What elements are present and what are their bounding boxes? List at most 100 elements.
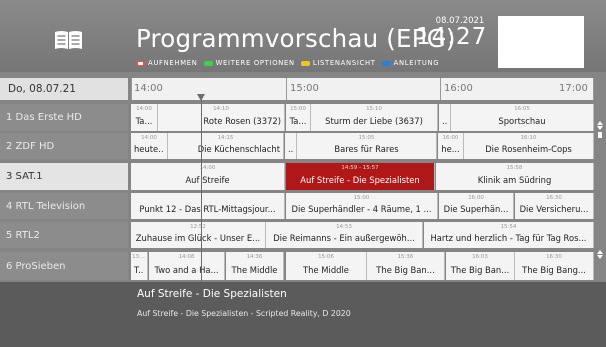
program-cell[interactable]: 16:30 Die Versicheru... xyxy=(515,193,594,219)
program-cell[interactable]: 15:00 Ta... xyxy=(286,104,311,131)
program-name: Auf Streife xyxy=(185,175,230,185)
program-cell[interactable]: 15:54 Hartz und herzlich - Tag für Tag Ro… xyxy=(424,222,594,248)
program-name: Two and a Ha... xyxy=(154,265,219,275)
program-name: ... xyxy=(442,116,447,126)
program-name: Zuhause im Glück - Unser E... xyxy=(135,233,261,243)
program-name: Sportschau xyxy=(498,116,546,126)
guide-date: Do, 08.07.21 xyxy=(0,78,128,100)
program-time: 15:58 xyxy=(506,165,523,171)
program-cell[interactable]: 15:00 Die Superhändler - 4 Räume, 1 ... xyxy=(286,193,438,219)
tick-mark xyxy=(286,78,287,100)
program-name: Punkt 12 - Das RTL-Mittagsjour... xyxy=(139,204,276,214)
program-name: Hartz und herzlich - Tag für Tag Ros... xyxy=(430,233,587,243)
program-cell[interactable]: 14:53 Die Reimanns - Ein außergewöh... xyxy=(266,222,423,248)
program-name: The Middle xyxy=(303,265,349,275)
program-time: 15:00 xyxy=(290,106,306,112)
tick-label: 15:00 xyxy=(290,83,319,94)
program-time: 14:53 xyxy=(336,224,352,230)
program-time: 15:00 xyxy=(353,195,370,201)
program-cell[interactable]: 16:30 The Big Bang... xyxy=(515,252,594,280)
tick-mark xyxy=(593,78,594,100)
program-cell[interactable]: 15:10 Sturm der Liebe (3637) xyxy=(311,104,438,131)
program-cell[interactable]: 15:36 The Big Ban... xyxy=(367,252,445,280)
program-time: 15:36 xyxy=(397,254,414,260)
program-cell[interactable]: 16:10 Die Rosenheim-Cops xyxy=(464,133,594,159)
program-time: 16:30 xyxy=(546,195,562,201)
program-cell[interactable]: 14:36 The Middle xyxy=(226,252,284,280)
channel-row-das-erste[interactable]: 1 Das Erste HD xyxy=(0,104,128,131)
program-cell[interactable]: 15:06 The Middle xyxy=(286,252,367,280)
color-key-legend: Aufnehmen Weitere Optionen Listenansicht… xyxy=(136,57,445,69)
program-cell[interactable]: 14:15 Die Küchenschlacht xyxy=(168,133,284,159)
program-time: 15:05 xyxy=(358,135,375,141)
channel-row-sat1[interactable]: 3 SAT.1 xyxy=(0,163,128,190)
program-cell[interactable]: 16:05 Sportschau xyxy=(451,104,594,131)
program-name: The Big Ban... xyxy=(376,265,435,275)
program-cell[interactable]: 14:08 Two and a Ha... xyxy=(149,252,225,280)
blue-key-icon xyxy=(381,60,391,66)
program-name: The Middle xyxy=(231,265,278,275)
program-name: Rote Rosen (3372) xyxy=(203,116,281,126)
program-time: 16:03 xyxy=(472,254,488,260)
program-cell[interactable]: 12:52 Zuhause im Glück - Unser E... xyxy=(131,222,266,248)
program-time: 14:00 xyxy=(141,135,157,141)
program-cell[interactable]: 15:58 Klinik am Südring xyxy=(436,163,594,190)
program-cell[interactable]: 15:05 Bares für Rares xyxy=(297,133,437,159)
program-time: 14:36 xyxy=(246,254,263,260)
program-time: 16:30 xyxy=(546,254,562,260)
program-info-panel: Auf Streife - Die Spezialisten Auf Strei… xyxy=(0,282,606,347)
channel-row-zdf[interactable]: 2 ZDF HD xyxy=(0,133,128,159)
program-name: Die Reimanns - Ein außergewöh... xyxy=(273,233,415,243)
program-cell[interactable]: 14:00 heute... xyxy=(131,133,168,159)
program-name: Die Superhän... xyxy=(443,204,509,214)
program-cell[interactable]: 16:00 he... xyxy=(438,133,464,159)
selected-program-details: Auf Streife - Die Spezialisten - Scripte… xyxy=(137,309,351,318)
program-time: 15:54 xyxy=(500,224,517,230)
program-time: 16:10 xyxy=(520,135,537,141)
program-time: 16:00 xyxy=(468,195,484,201)
legend-more-options[interactable]: Weitere Optionen xyxy=(203,59,295,67)
program-time: 14:10 xyxy=(213,106,229,112)
selected-program-title: Auf Streife - Die Spezialisten xyxy=(137,288,287,300)
program-name: Sturm der Liebe (3637) xyxy=(325,116,423,126)
program-time: 12:52 xyxy=(190,224,206,230)
epg-header: Programmvorschau (EPG) 08.07.2021 14:27 … xyxy=(0,0,606,72)
program-cell[interactable]: ... xyxy=(285,133,297,159)
program-time: 16:05 xyxy=(514,106,530,112)
program-cell-selected[interactable]: 14:59 - 15:57 Auf Streife - Die Spezialis… xyxy=(286,163,435,190)
program-time: 14:00 xyxy=(136,106,152,112)
tick-label: 14:00 xyxy=(134,83,163,94)
program-name: Die Rosenheim-Cops xyxy=(485,144,572,154)
program-name: T... xyxy=(134,265,144,275)
program-name: The Big Ban... xyxy=(450,265,510,275)
channel-row-prosieben[interactable]: 6 ProSieben xyxy=(0,252,128,280)
program-cell[interactable]: 13:... T... xyxy=(131,252,148,280)
program-cell[interactable]: 14:10 Rote Rosen (3372) xyxy=(158,104,285,131)
tv-preview-window xyxy=(498,16,584,68)
program-time: 16:00 xyxy=(442,135,459,141)
legend-list-view[interactable]: Listenansicht xyxy=(300,59,376,67)
program-name: Klinik am Südring xyxy=(477,175,552,185)
yellow-key-icon xyxy=(300,60,310,66)
legend-record[interactable]: Aufnehmen xyxy=(136,59,198,67)
program-name: The Big Bang... xyxy=(522,265,586,275)
green-key-icon xyxy=(203,60,213,66)
program-cell[interactable]: 16:03 The Big Ban... xyxy=(446,252,515,280)
program-name: Ta... xyxy=(135,116,153,126)
program-name: Die Versicheru... xyxy=(519,204,589,214)
program-time: 13:... xyxy=(131,254,147,260)
program-cell[interactable]: ... xyxy=(439,104,451,131)
tick-label: 17:00 xyxy=(559,83,588,94)
channel-row-rtl2[interactable]: 5 RTL2 xyxy=(0,222,128,248)
scroll-indicator-icon[interactable] xyxy=(597,104,603,280)
program-cell[interactable]: 14:00 Auf Streife xyxy=(131,163,285,190)
channel-row-rtl[interactable]: 4 RTL Television xyxy=(0,193,128,219)
red-key-icon xyxy=(136,60,145,66)
program-cell[interactable]: 16:00 Die Superhän... xyxy=(439,193,514,219)
current-time-line xyxy=(201,96,202,282)
current-time: 14:27 xyxy=(416,24,488,50)
program-cell[interactable]: 14:00 Ta... xyxy=(131,104,158,131)
legend-guide[interactable]: Anleitung xyxy=(381,59,440,67)
program-name: Ta... xyxy=(289,116,307,126)
program-cell[interactable]: Punkt 12 - Das RTL-Mittagsjour... xyxy=(131,193,285,219)
